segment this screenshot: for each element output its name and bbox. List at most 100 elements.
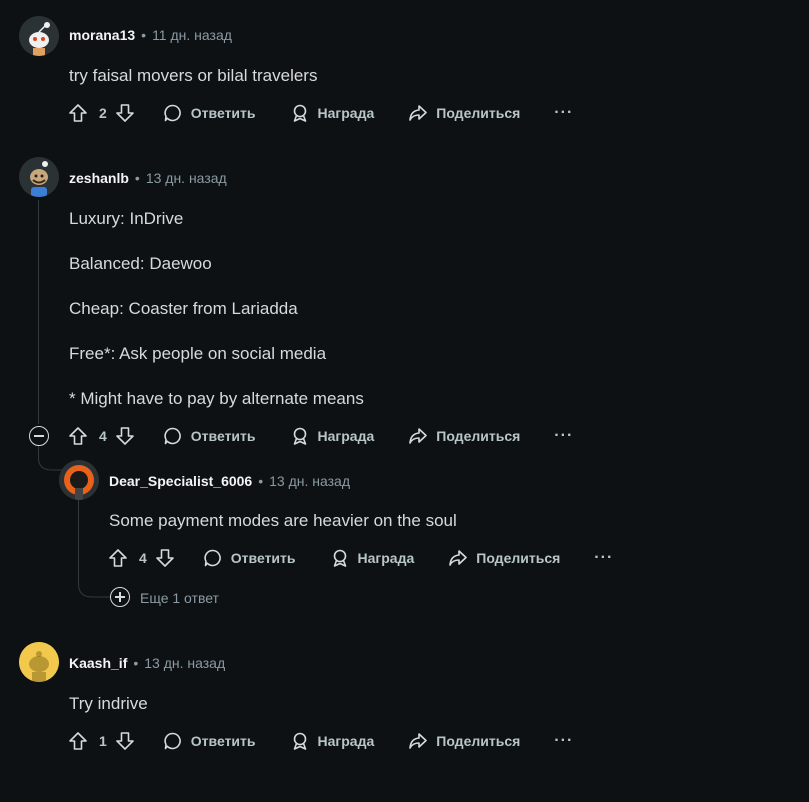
comment-time[interactable]: 13 дн. назад (269, 473, 350, 489)
vote-count: 4 (99, 428, 107, 444)
meta-separator: • (134, 170, 140, 186)
thread-line[interactable] (78, 500, 79, 578)
upvote-icon (109, 549, 127, 567)
downvote-button[interactable] (115, 426, 135, 446)
comment-bubble-icon (164, 104, 181, 122)
more-options-icon: ··· (554, 104, 574, 121)
snoo-avatar-icon (19, 16, 59, 56)
downvote-button[interactable] (115, 731, 135, 751)
upvote-button[interactable] (68, 103, 88, 123)
avatar[interactable] (19, 16, 59, 56)
comment-time[interactable]: 13 дн. назад (146, 170, 227, 186)
award-label: Награда (357, 550, 415, 566)
share-label: Поделиться (436, 428, 521, 444)
thread-line[interactable] (38, 200, 39, 424)
more-options-button[interactable]: ··· (594, 549, 613, 567)
comment-time[interactable]: 11 дн. назад (152, 27, 232, 43)
upvote-icon (69, 104, 87, 122)
award-icon (293, 104, 306, 122)
upvote-icon (69, 732, 87, 750)
comment-actions: 2 Ответить Награда Поделиться ··· (68, 101, 573, 125)
comment-bubble-icon (164, 732, 181, 750)
vote-count: 1 (99, 733, 107, 749)
downvote-button[interactable] (155, 548, 175, 568)
share-button[interactable]: Поделиться (408, 426, 520, 446)
more-replies-link[interactable]: Еще 1 ответ (140, 590, 219, 606)
expand-replies-button[interactable] (110, 587, 130, 607)
meta-separator: • (133, 655, 139, 671)
comment-body-line: * Might have to pay by alternate means (69, 389, 364, 408)
share-button[interactable]: Поделиться (408, 731, 520, 751)
downvote-button[interactable] (115, 103, 135, 123)
reply-button[interactable]: Ответить (163, 103, 256, 123)
more-options-icon: ··· (594, 549, 614, 566)
reply-label: Ответить (190, 105, 256, 121)
share-button[interactable]: Поделиться (448, 548, 560, 568)
more-options-button[interactable]: ··· (554, 427, 573, 445)
minus-icon (34, 435, 44, 437)
award-label: Награда (317, 733, 375, 749)
more-options-button[interactable]: ··· (554, 104, 573, 122)
award-icon (293, 732, 306, 750)
comment-bubble-icon (204, 549, 221, 567)
avatar[interactable] (59, 460, 99, 500)
award-button[interactable]: Награда (330, 548, 415, 568)
vote-count: 2 (99, 105, 107, 121)
more-options-icon: ··· (554, 427, 574, 444)
share-icon (409, 733, 428, 749)
snoo-avatar-icon (19, 642, 59, 682)
share-button[interactable]: Поделиться (408, 103, 520, 123)
comment-actions: 1 Ответить Награда Поделиться ··· (68, 729, 573, 753)
vote-count: 4 (139, 550, 147, 566)
comment-body-line: Balanced: Daewoo (69, 254, 212, 273)
award-button[interactable]: Награда (290, 103, 375, 123)
reply-label: Ответить (190, 733, 256, 749)
comment-body: try faisal movers or bilal travelers (69, 66, 318, 85)
upvote-button[interactable] (108, 548, 128, 568)
downvote-icon (115, 732, 134, 750)
meta-separator: • (258, 473, 264, 489)
award-label: Награда (317, 428, 375, 444)
snoo-avatar-icon (59, 460, 99, 500)
comment-body-line: Luxury: InDrive (69, 209, 184, 228)
avatar[interactable] (19, 157, 59, 197)
upvote-button[interactable] (68, 426, 88, 446)
reply-label: Ответить (230, 550, 296, 566)
award-icon (293, 427, 306, 445)
thread-connector (78, 570, 110, 598)
comment-body-line: Cheap: Coaster from Lariadda (69, 299, 298, 318)
comment-time[interactable]: 13 дн. назад (144, 655, 225, 671)
collapse-thread-button[interactable] (29, 426, 49, 446)
share-icon (449, 550, 468, 566)
upvote-button[interactable] (68, 731, 88, 751)
share-label: Поделиться (476, 550, 561, 566)
downvote-icon (115, 427, 134, 445)
share-label: Поделиться (436, 105, 521, 121)
comment-body: Some payment modes are heavier on the so… (109, 511, 457, 530)
reply-button[interactable]: Ответить (163, 426, 256, 446)
award-label: Награда (317, 105, 375, 121)
share-label: Поделиться (436, 733, 521, 749)
share-icon (409, 428, 428, 444)
reply-button[interactable]: Ответить (203, 548, 296, 568)
more-options-button[interactable]: ··· (554, 732, 573, 750)
more-options-icon: ··· (554, 732, 574, 749)
comment-body: Try indrive (69, 694, 148, 713)
reply-button[interactable]: Ответить (163, 731, 256, 751)
award-icon (333, 549, 346, 567)
comment-actions: 4 Ответить Награда Поделиться ··· (108, 546, 613, 570)
snoo-avatar-icon (19, 157, 59, 197)
downvote-icon (155, 549, 174, 567)
avatar[interactable] (19, 642, 59, 682)
comment-author[interactable]: Kaash_if (69, 655, 127, 671)
comment-author[interactable]: Dear_Specialist_6006 (109, 473, 252, 489)
comment-bubble-icon (164, 427, 181, 445)
comment-body-line: Free*: Ask people on social media (69, 344, 327, 363)
award-button[interactable]: Награда (290, 426, 375, 446)
upvote-icon (69, 427, 87, 445)
comment-author[interactable]: zeshanlb (69, 170, 129, 186)
award-button[interactable]: Награда (290, 731, 375, 751)
downvote-icon (115, 104, 134, 122)
comment-author[interactable]: morana13 (69, 27, 135, 43)
reply-label: Ответить (190, 428, 256, 444)
